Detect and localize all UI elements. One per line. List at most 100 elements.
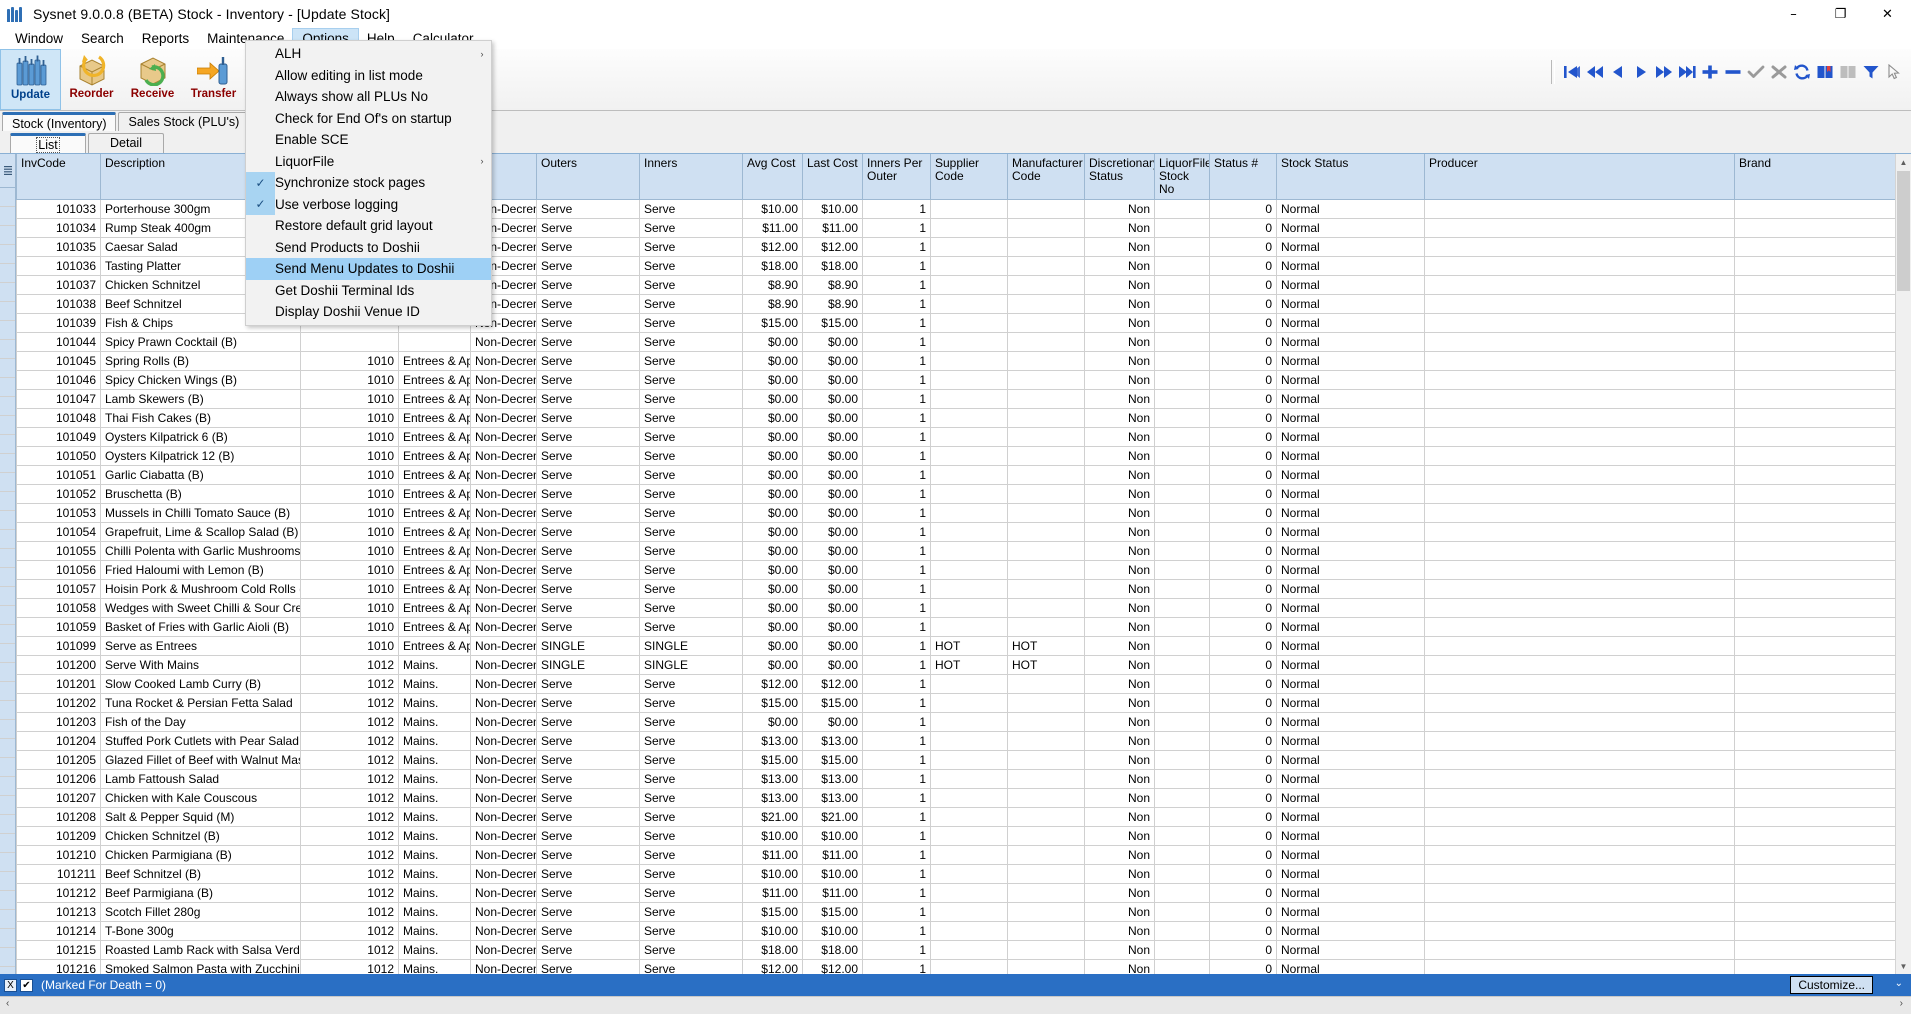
filter-icon[interactable]: [1859, 59, 1882, 85]
table-cell[interactable]: 1012: [300, 731, 399, 751]
table-cell[interactable]: 1010: [300, 351, 399, 371]
table-cell[interactable]: $10.00: [742, 921, 803, 941]
table-cell[interactable]: Lamb Skewers (B): [100, 389, 301, 409]
table-cell[interactable]: 0: [1209, 921, 1277, 941]
table-cell[interactable]: [1734, 674, 1895, 694]
table-cell[interactable]: 0: [1209, 674, 1277, 694]
next-record-icon[interactable]: [1629, 59, 1652, 85]
table-cell[interactable]: Non-Decrem: [470, 636, 537, 656]
table-cell[interactable]: Mains.: [398, 712, 471, 732]
row-selector[interactable]: [0, 777, 15, 796]
table-cell[interactable]: 1012: [300, 750, 399, 770]
table-cell[interactable]: [1734, 579, 1895, 599]
table-cell[interactable]: $0.00: [802, 351, 863, 371]
table-cell[interactable]: [1007, 313, 1085, 333]
table-cell[interactable]: $0.00: [802, 484, 863, 504]
table-cell[interactable]: [930, 484, 1008, 504]
table-cell[interactable]: 0: [1209, 750, 1277, 770]
table-cell[interactable]: Non-Decrem: [470, 408, 537, 428]
table-cell[interactable]: Normal: [1276, 864, 1425, 884]
table-cell[interactable]: 1010: [300, 636, 399, 656]
menu-option-get-doshii-terminal-ids[interactable]: Get Doshii Terminal Ids: [246, 280, 491, 302]
table-cell[interactable]: Serve: [639, 275, 743, 295]
table-cell[interactable]: Normal: [1276, 883, 1425, 903]
table-cell[interactable]: Garlic Ciabatta (B): [100, 465, 301, 485]
maximize-button[interactable]: ❐: [1817, 0, 1864, 28]
table-cell[interactable]: Non: [1084, 636, 1155, 656]
table-cell[interactable]: Serve: [536, 313, 640, 333]
table-cell[interactable]: [1424, 655, 1735, 675]
table-cell[interactable]: Non-Decrem: [470, 427, 537, 447]
table-cell[interactable]: Non: [1084, 370, 1155, 390]
row-selector[interactable]: [0, 226, 15, 245]
row-selector[interactable]: [0, 511, 15, 530]
table-cell[interactable]: [1007, 693, 1085, 713]
grid-column-header-outers[interactable]: Outers: [536, 154, 640, 200]
table-cell[interactable]: Mussels in Chilli Tomato Sauce (B): [100, 503, 301, 523]
table-cell[interactable]: $0.00: [802, 503, 863, 523]
hscroll-left-arrow[interactable]: ‹: [6, 998, 9, 1009]
row-selector[interactable]: [0, 245, 15, 264]
table-cell[interactable]: 1: [862, 465, 931, 485]
table-cell[interactable]: Serve: [639, 256, 743, 276]
table-cell[interactable]: Serve: [536, 237, 640, 257]
table-cell[interactable]: Mains.: [398, 769, 471, 789]
table-cell[interactable]: Non-Decrem: [470, 465, 537, 485]
table-cell[interactable]: Normal: [1276, 617, 1425, 637]
table-cell[interactable]: Non: [1084, 807, 1155, 827]
table-cell[interactable]: Thai Fish Cakes (B): [100, 408, 301, 428]
tab-sales-stock-plus[interactable]: Sales Stock (PLU's): [118, 112, 250, 131]
table-row[interactable]: 101051 Garlic Ciabatta (B) 1010 Entrees & A…: [16, 465, 1895, 485]
first-record-icon[interactable]: [1560, 59, 1583, 85]
table-cell[interactable]: Non: [1084, 313, 1155, 333]
table-cell[interactable]: 0: [1209, 617, 1277, 637]
table-cell[interactable]: [930, 237, 1008, 257]
table-cell[interactable]: 101035: [16, 237, 101, 257]
grid-gutter-header[interactable]: [0, 154, 15, 188]
table-row[interactable]: 101054 Grapefruit, Lime & Scallop Salad (…: [16, 522, 1895, 542]
table-cell[interactable]: 1012: [300, 864, 399, 884]
table-cell[interactable]: Serve: [536, 864, 640, 884]
row-selector[interactable]: [0, 321, 15, 340]
row-selector[interactable]: [0, 416, 15, 435]
row-selector[interactable]: [0, 340, 15, 359]
table-cell[interactable]: Serve: [639, 332, 743, 352]
table-cell[interactable]: Chicken with Kale Couscous: [100, 788, 301, 808]
table-cell[interactable]: [1424, 294, 1735, 314]
table-cell[interactable]: $10.00: [742, 199, 803, 219]
row-selector[interactable]: [0, 587, 15, 606]
table-cell[interactable]: 1: [862, 275, 931, 295]
table-cell[interactable]: [1424, 807, 1735, 827]
menu-option-send-products-to-doshii[interactable]: Send Products to Doshii: [246, 237, 491, 259]
table-cell[interactable]: Normal: [1276, 750, 1425, 770]
table-cell[interactable]: [1734, 370, 1895, 390]
table-cell[interactable]: 1: [862, 864, 931, 884]
table-cell[interactable]: [1734, 864, 1895, 884]
table-cell[interactable]: 101039: [16, 313, 101, 333]
table-cell[interactable]: Entrees & App: [398, 503, 471, 523]
table-cell[interactable]: $0.00: [742, 560, 803, 580]
table-row[interactable]: 101204 Stuffed Pork Cutlets with Pear Sal…: [16, 731, 1895, 751]
table-cell[interactable]: [1154, 959, 1210, 974]
table-row[interactable]: 101058 Wedges with Sweet Chilli & Sour Cr…: [16, 598, 1895, 618]
table-cell[interactable]: Normal: [1276, 788, 1425, 808]
table-cell[interactable]: 1012: [300, 788, 399, 808]
table-cell[interactable]: 1: [862, 617, 931, 637]
menu-option-use-verbose-logging[interactable]: ✓ Use verbose logging: [246, 193, 491, 215]
table-cell[interactable]: Wedges with Sweet Chilli & Sour Cream (B…: [100, 598, 301, 618]
table-cell[interactable]: $12.00: [742, 237, 803, 257]
next-page-icon[interactable]: [1652, 59, 1675, 85]
table-cell[interactable]: Serve: [536, 826, 640, 846]
table-cell[interactable]: 101209: [16, 826, 101, 846]
table-cell[interactable]: Mains.: [398, 807, 471, 827]
table-cell[interactable]: 101210: [16, 845, 101, 865]
table-cell[interactable]: $0.00: [802, 332, 863, 352]
table-cell[interactable]: Serve: [536, 788, 640, 808]
table-row[interactable]: 101056 Fried Haloumi with Lemon (B) 1010 En…: [16, 560, 1895, 580]
toolbar-button-reorder[interactable]: Reorder: [61, 49, 122, 110]
table-cell[interactable]: [1424, 446, 1735, 466]
table-cell[interactable]: 1012: [300, 845, 399, 865]
table-cell[interactable]: [1007, 351, 1085, 371]
table-cell[interactable]: [1007, 864, 1085, 884]
table-cell[interactable]: Serve: [639, 750, 743, 770]
